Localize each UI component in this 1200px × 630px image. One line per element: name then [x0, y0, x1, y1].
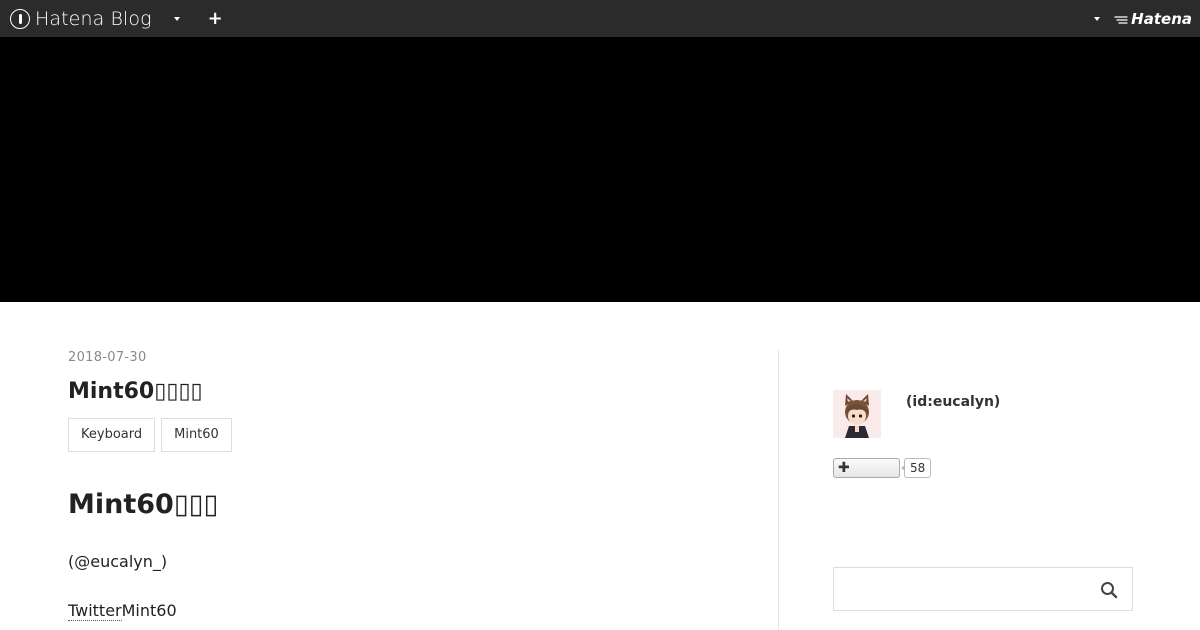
search-input[interactable] — [834, 568, 1084, 610]
avatar-image — [833, 390, 881, 438]
section-heading: Mint60▯▯▯ — [68, 488, 219, 520]
hatena-blog-logo-icon — [10, 8, 30, 29]
category-mint60[interactable]: Mint60 — [161, 417, 232, 452]
profile-module: (id:eucalyn) — [833, 390, 1133, 438]
entry-article: 2018-07-30 Mint60▯▯▯▯ Keyboard Mint60 Mi… — [68, 350, 728, 621]
column-divider — [778, 350, 779, 630]
global-header: Hatena Blog + Hatena — [0, 0, 1200, 37]
sidebar: (id:eucalyn) ✚ 58 — [833, 390, 1133, 611]
paragraph-text: Mint60 — [121, 600, 177, 620]
account-menu-chevron-down-icon[interactable] — [1094, 16, 1101, 21]
add-entry-button[interactable]: + — [208, 9, 223, 28]
entry-title[interactable]: Mint60▯▯▯▯ — [68, 378, 728, 407]
reader-count-badge[interactable]: 58 — [900, 458, 932, 478]
hatena-wing-icon — [1114, 15, 1128, 24]
entry-categories: Keyboard Mint60 — [68, 417, 728, 452]
entry-paragraph: TwitterMint60 — [68, 600, 728, 621]
subscribe-module: ✚ 58 — [833, 458, 1133, 478]
blog-menu-chevron-down-icon[interactable] — [173, 16, 180, 21]
hatena-logo[interactable]: Hatena — [1114, 10, 1192, 28]
search-form — [833, 567, 1133, 611]
blog-header-banner — [0, 37, 1200, 302]
hatena-blog-logo[interactable]: Hatena Blog — [10, 0, 152, 37]
entry-date[interactable]: 2018-07-30 — [68, 350, 728, 365]
subscribe-button[interactable]: ✚ — [833, 458, 900, 478]
brand-name: Hatena Blog — [35, 7, 152, 30]
avatar[interactable] — [833, 390, 881, 438]
twitter-link[interactable]: Twitter — [68, 600, 122, 621]
profile-id[interactable]: (id:eucalyn) — [906, 394, 1000, 410]
category-keyboard[interactable]: Keyboard — [68, 417, 156, 452]
plus-icon: ✚ — [838, 460, 850, 476]
entry-paragraph: (@eucalyn_) — [68, 551, 168, 571]
search-icon[interactable] — [1100, 581, 1118, 599]
hatena-logo-text: Hatena — [1131, 9, 1192, 28]
